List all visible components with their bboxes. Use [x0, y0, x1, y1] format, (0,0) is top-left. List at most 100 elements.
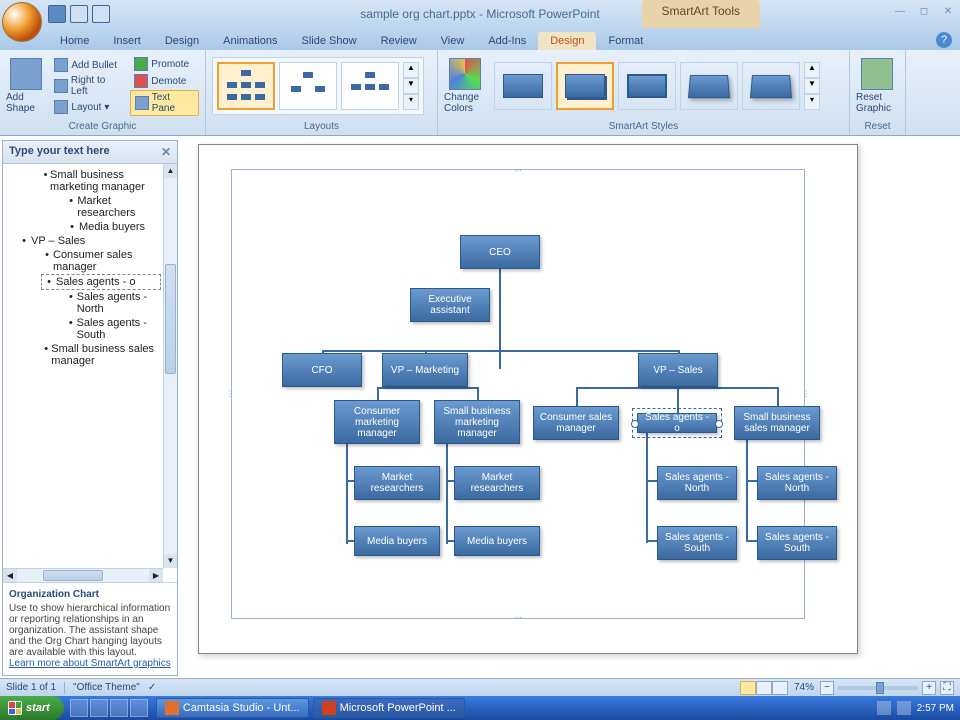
resize-handle[interactable]: ⋯ — [514, 613, 522, 622]
office-button[interactable] — [2, 2, 42, 42]
add-bullet-button[interactable]: Add Bullet — [50, 57, 126, 73]
ql-icon[interactable] — [130, 699, 148, 717]
fit-window-button[interactable]: ⛶ — [940, 681, 954, 695]
demote-button[interactable]: Demote — [130, 73, 199, 89]
zoom-out-button[interactable]: − — [820, 681, 834, 695]
org-node[interactable]: Small business sales manager — [734, 406, 820, 440]
text-pane-button[interactable]: Text Pane — [130, 90, 199, 116]
org-node[interactable]: Sales agents - North — [757, 466, 837, 500]
org-node[interactable]: VP – Marketing — [382, 353, 468, 387]
outline-item[interactable]: •Sales agents - o — [41, 274, 161, 290]
org-node[interactable]: CEO — [460, 235, 540, 269]
style-option[interactable] — [618, 62, 676, 110]
group-label-layouts: Layouts — [212, 120, 431, 133]
tab-smartart-format[interactable]: Format — [596, 32, 655, 50]
style-option[interactable] — [494, 62, 552, 110]
tab-view[interactable]: View — [429, 32, 477, 50]
text-pane-hscrollbar[interactable]: ◀ ▶ — [3, 568, 163, 582]
org-node[interactable]: Consumer sales manager — [533, 406, 619, 440]
resize-handle[interactable]: ⋮ — [226, 390, 234, 399]
org-node[interactable]: CFO — [282, 353, 362, 387]
outline-item[interactable]: •Small business marketing manager — [41, 168, 161, 194]
zoom-slider[interactable] — [838, 686, 918, 690]
spellcheck-icon[interactable]: ✓ — [148, 682, 156, 693]
outline-item[interactable]: •VP – Sales — [17, 234, 161, 248]
org-node[interactable]: VP – Sales — [638, 353, 718, 387]
minimize-button[interactable]: — — [892, 6, 908, 22]
slide[interactable]: ⋯ ⋯ ⋮ ⋮ CEO Executive assistant CFO VP – Ma… — [198, 144, 858, 654]
styles-scroll[interactable]: ▲▼▾ — [804, 62, 820, 110]
style-option[interactable] — [742, 62, 800, 110]
style-option[interactable] — [556, 62, 614, 110]
org-node[interactable]: Sales agents - North — [657, 466, 737, 500]
text-pane-list[interactable]: •Small business marketing manager•Market… — [3, 164, 177, 372]
ribbon: Add Shape Add Bullet Right to Left Layou… — [0, 50, 960, 136]
tab-add-ins[interactable]: Add-Ins — [476, 32, 538, 50]
smartart-frame[interactable]: ⋯ ⋯ ⋮ ⋮ CEOExecutive assistantCFOVP – Ma… — [231, 169, 805, 619]
outline-item[interactable]: •Consumer sales manager — [41, 248, 161, 274]
add-shape-button[interactable]: Add Shape — [6, 58, 46, 114]
tab-slide-show[interactable]: Slide Show — [290, 32, 369, 50]
layouts-scroll[interactable]: ▲▼▾ — [403, 62, 419, 110]
style-option[interactable] — [680, 62, 738, 110]
tab-animations[interactable]: Animations — [211, 32, 289, 50]
redo-icon[interactable] — [92, 5, 110, 23]
org-node[interactable]: Executive assistant — [410, 288, 490, 322]
layout-option[interactable] — [217, 62, 275, 110]
close-button[interactable]: ✕ — [940, 6, 956, 22]
ql-icon[interactable] — [110, 699, 128, 717]
reset-icon — [861, 58, 893, 90]
help-button[interactable]: ? — [936, 32, 952, 48]
taskbar-item[interactable]: Camtasia Studio - Unt... — [156, 698, 309, 718]
outline-item[interactable]: •Market researchers — [65, 194, 161, 220]
change-colors-button[interactable]: Change Colors — [444, 58, 486, 114]
resize-handle[interactable]: ⋯ — [514, 166, 522, 175]
text-pane-vscrollbar[interactable]: ▲ ▼ — [163, 164, 177, 568]
sorter-view-button[interactable] — [756, 681, 772, 695]
save-icon[interactable] — [48, 5, 66, 23]
outline-item[interactable]: •Media buyers — [65, 220, 161, 234]
org-node[interactable]: Small business marketing manager — [434, 400, 520, 444]
ql-icon[interactable] — [90, 699, 108, 717]
learn-more-link[interactable]: Learn more about SmartArt graphics — [9, 658, 171, 669]
smartart-styles-gallery: ▲▼▾ — [490, 58, 824, 114]
org-node[interactable]: Consumer marketing manager — [334, 400, 420, 444]
resize-handle[interactable]: ⋮ — [802, 390, 810, 399]
outline-item[interactable]: •Sales agents - North — [65, 290, 161, 316]
outline-item[interactable]: •Sales agents - South — [65, 316, 161, 342]
layout-option[interactable] — [341, 62, 399, 110]
zoom-in-button[interactable]: + — [922, 681, 936, 695]
org-node[interactable]: Media buyers — [354, 526, 440, 556]
right-to-left-button[interactable]: Right to Left — [50, 74, 126, 98]
tray-icon[interactable] — [897, 701, 911, 715]
tab-home[interactable]: Home — [48, 32, 101, 50]
promote-icon — [134, 57, 148, 71]
slide-area: ⋯ ⋯ ⋮ ⋮ CEO Executive assistant CFO VP – Ma… — [178, 136, 960, 680]
org-node[interactable]: Media buyers — [454, 526, 540, 556]
org-node[interactable]: Market researchers — [354, 466, 440, 500]
tab-review[interactable]: Review — [369, 32, 429, 50]
org-node[interactable]: Sales agents - South — [657, 526, 737, 560]
layout-icon — [54, 100, 68, 114]
quick-access-toolbar — [48, 5, 120, 23]
slideshow-view-button[interactable] — [772, 681, 788, 695]
org-node[interactable]: Sales agents - South — [757, 526, 837, 560]
layout-button[interactable]: Layout ▾ — [50, 99, 126, 115]
tab-design[interactable]: Design — [153, 32, 211, 50]
org-node[interactable]: Sales agents - o — [637, 413, 717, 433]
outline-item[interactable]: •Small business sales manager — [41, 342, 161, 368]
text-pane-close-icon[interactable]: ✕ — [161, 145, 171, 159]
org-node[interactable]: Market researchers — [454, 466, 540, 500]
start-button[interactable]: start — [0, 696, 64, 720]
tray-icon[interactable] — [877, 701, 891, 715]
ql-icon[interactable] — [70, 699, 88, 717]
layout-option[interactable] — [279, 62, 337, 110]
tab-insert[interactable]: Insert — [101, 32, 153, 50]
maximize-button[interactable]: ◻ — [916, 6, 932, 22]
normal-view-button[interactable] — [740, 681, 756, 695]
undo-icon[interactable] — [70, 5, 88, 23]
promote-button[interactable]: Promote — [130, 56, 199, 72]
reset-graphic-button[interactable]: Reset Graphic — [856, 58, 898, 114]
taskbar-item[interactable]: Microsoft PowerPoint ... — [313, 698, 465, 718]
tab-smartart-design[interactable]: Design — [538, 32, 596, 50]
